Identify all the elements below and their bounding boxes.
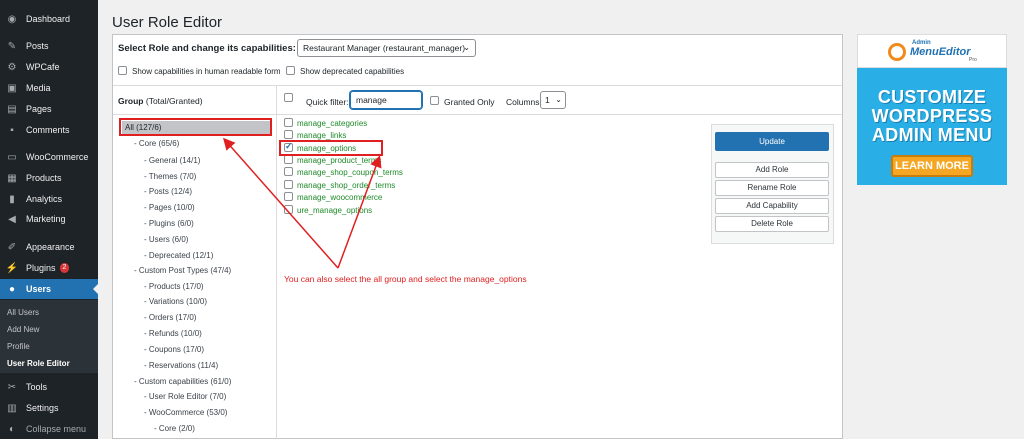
arrow-to-all-group [223,137,339,269]
arrow-to-manage-options [337,155,382,269]
ad-logo-icon [888,43,906,61]
ad-logo-pro: Pro [969,57,977,63]
annotation-text: You can also select the all group and se… [284,274,527,284]
ad-headline-line: WORDPRESS [871,106,993,126]
admin-menu-editor-ad[interactable]: Admin MenuEditor Pro CUSTOMIZE WORDPRESS… [857,34,1007,185]
ad-learn-more-button[interactable]: LEARN MORE [891,155,973,177]
ad-headline-line: ADMIN MENU [872,125,992,145]
ad-headline-line: CUSTOMIZE [877,87,987,107]
ad-logo-area: Admin MenuEditor Pro [857,34,1007,68]
ad-logo-text: MenuEditor [910,46,971,58]
